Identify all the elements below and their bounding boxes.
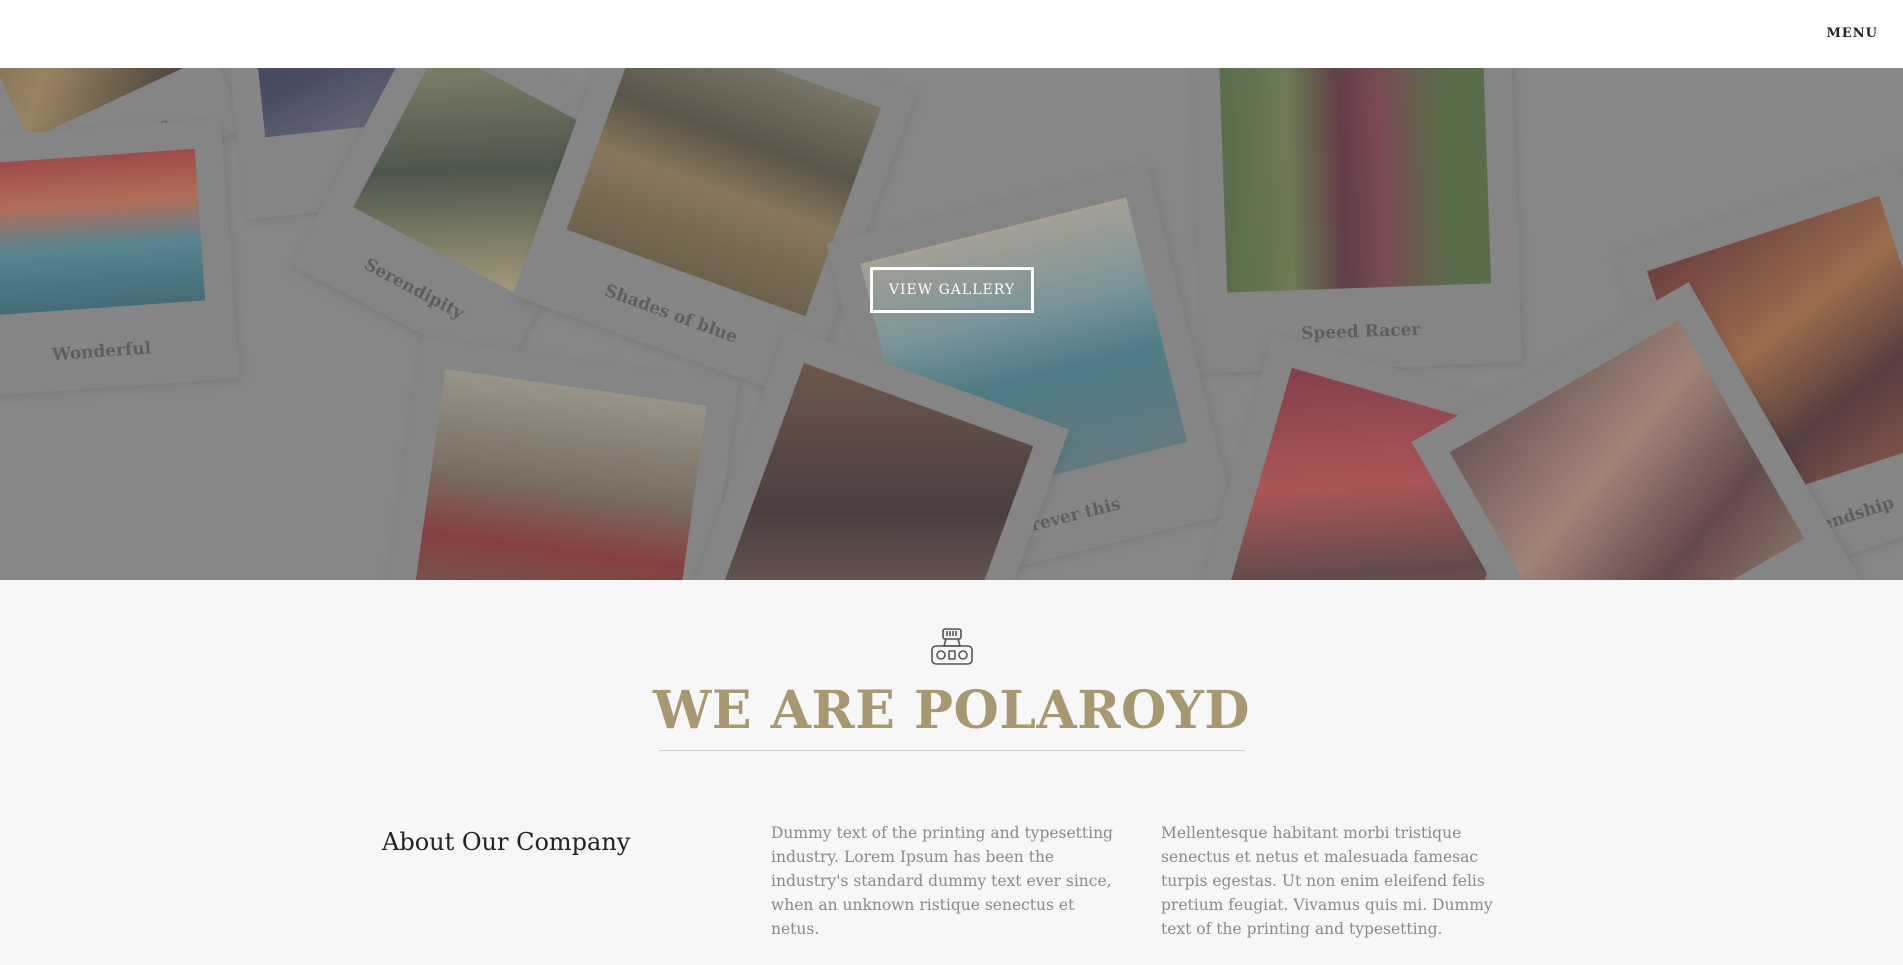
top-bar: MENU xyxy=(0,0,1903,68)
hero-gallery: Lightness Lov Wonderful Serendipity Shad… xyxy=(0,68,1903,580)
about-heading: About Our Company xyxy=(382,828,631,856)
polaroid-caption: Wonderful xyxy=(51,338,152,366)
camera-icon xyxy=(930,628,974,666)
polaroid-caption: Speed Racer xyxy=(1300,319,1421,344)
about-text-column-2: Mellentesque habitant morbi tristique se… xyxy=(1161,824,1493,938)
polaroid-tram[interactable] xyxy=(371,337,739,580)
polaroid-speed-racer[interactable]: Speed Racer xyxy=(1188,68,1522,374)
view-gallery-button[interactable]: VIEW GALLERY xyxy=(870,267,1034,313)
title-divider xyxy=(659,750,1245,751)
menu-button[interactable]: MENU xyxy=(1826,26,1878,41)
about-text-column-1: Dummy text of the printing and typesetti… xyxy=(771,824,1113,938)
page-title: WE ARE POLAROYD xyxy=(653,680,1250,741)
polaroid-wonderful[interactable]: Wonderful xyxy=(0,118,239,398)
